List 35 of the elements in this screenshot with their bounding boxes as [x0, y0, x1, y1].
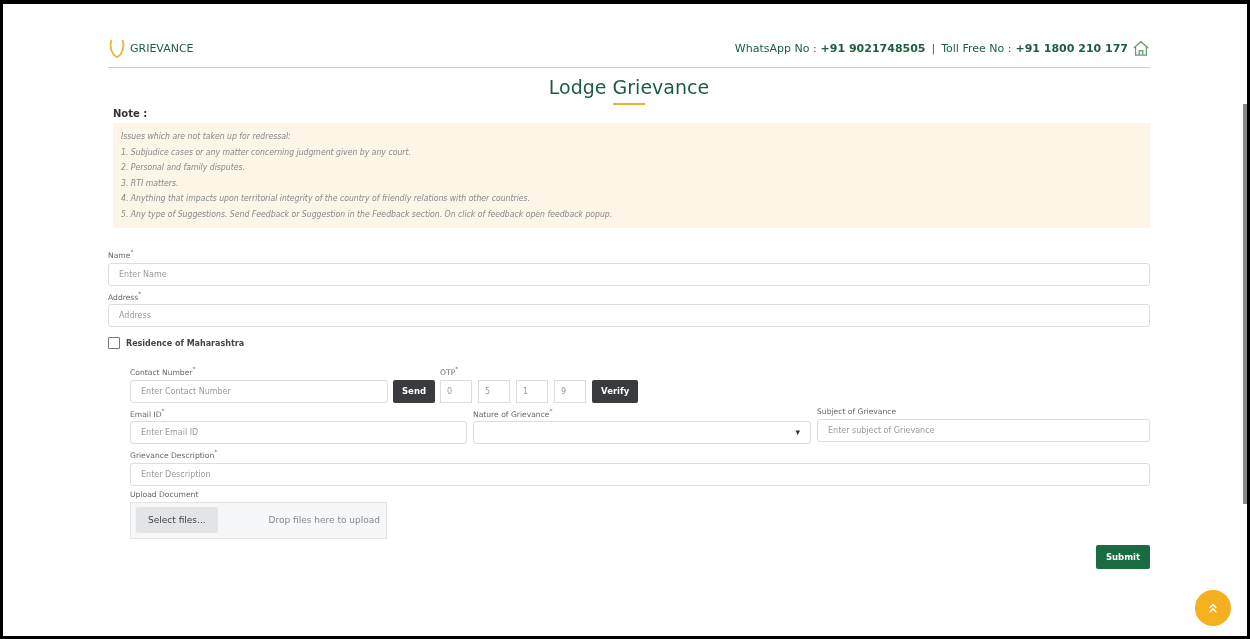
- note-line: 4. Anything that impacts upon territorial integrity of the country of friendly relations with other countries.: [121, 192, 532, 205]
- checkbox-label: Residence of Maharashtra: [126, 338, 245, 348]
- upload-dropzone[interactable]: Select files... Drop files here to upload: [130, 501, 387, 539]
- page-title: Lodge Grievance: [548, 76, 710, 98]
- double-chevron-up-icon: [1208, 602, 1218, 614]
- checkbox[interactable]: [108, 337, 120, 350]
- laurel-icon: [108, 37, 126, 59]
- note-line: 5. Any type of Suggestions. Send Feedback or Suggestion in the Feedback section. On click of feedback open feedback popup.: [121, 207, 614, 221]
- nature-dropdown[interactable]: ▾: [473, 421, 811, 445]
- scrollbar[interactable]: [1243, 104, 1247, 504]
- address-field[interactable]: Address: [108, 304, 1150, 328]
- drop-hint: Drop files here to upload: [268, 515, 380, 526]
- select-files-button[interactable]: Select files...: [136, 507, 218, 534]
- title-underline: [613, 103, 645, 105]
- note-line: 1. Subjudice cases or any matter concerning judgment given by any court.: [121, 145, 412, 159]
- note-line: 3. RTI matters.: [121, 176, 180, 190]
- submit-button[interactable]: Submit: [1095, 544, 1150, 569]
- note-line: 2. Personal and family disputes.: [121, 161, 246, 174]
- email-field[interactable]: Enter Email ID: [130, 421, 467, 445]
- home-icon[interactable]: [1132, 39, 1150, 57]
- contact-number-field[interactable]: Enter Contact Number: [130, 379, 388, 403]
- whatsapp-number: +91 9021748505: [820, 41, 926, 55]
- brand-name: GRIEVANCE: [130, 41, 194, 55]
- description-field[interactable]: Enter Description: [130, 462, 1150, 486]
- subject-field[interactable]: Enter subject of Grievance: [817, 418, 1150, 442]
- whatsapp-label: WhatsApp No :: [734, 41, 817, 55]
- verify-button[interactable]: Verify: [592, 379, 639, 403]
- note-line: Issues which are not taken up for redressal:: [121, 130, 292, 143]
- toll-free-label: Toll Free No :: [941, 41, 1012, 55]
- toll-free-number: +91 1800 210 177: [1015, 41, 1128, 55]
- note-label: Note :: [113, 108, 149, 119]
- scroll-top-button[interactable]: [1195, 590, 1231, 626]
- separator: |: [931, 41, 936, 55]
- send-button[interactable]: Send: [393, 379, 436, 403]
- name-field[interactable]: Enter Name: [108, 262, 1150, 286]
